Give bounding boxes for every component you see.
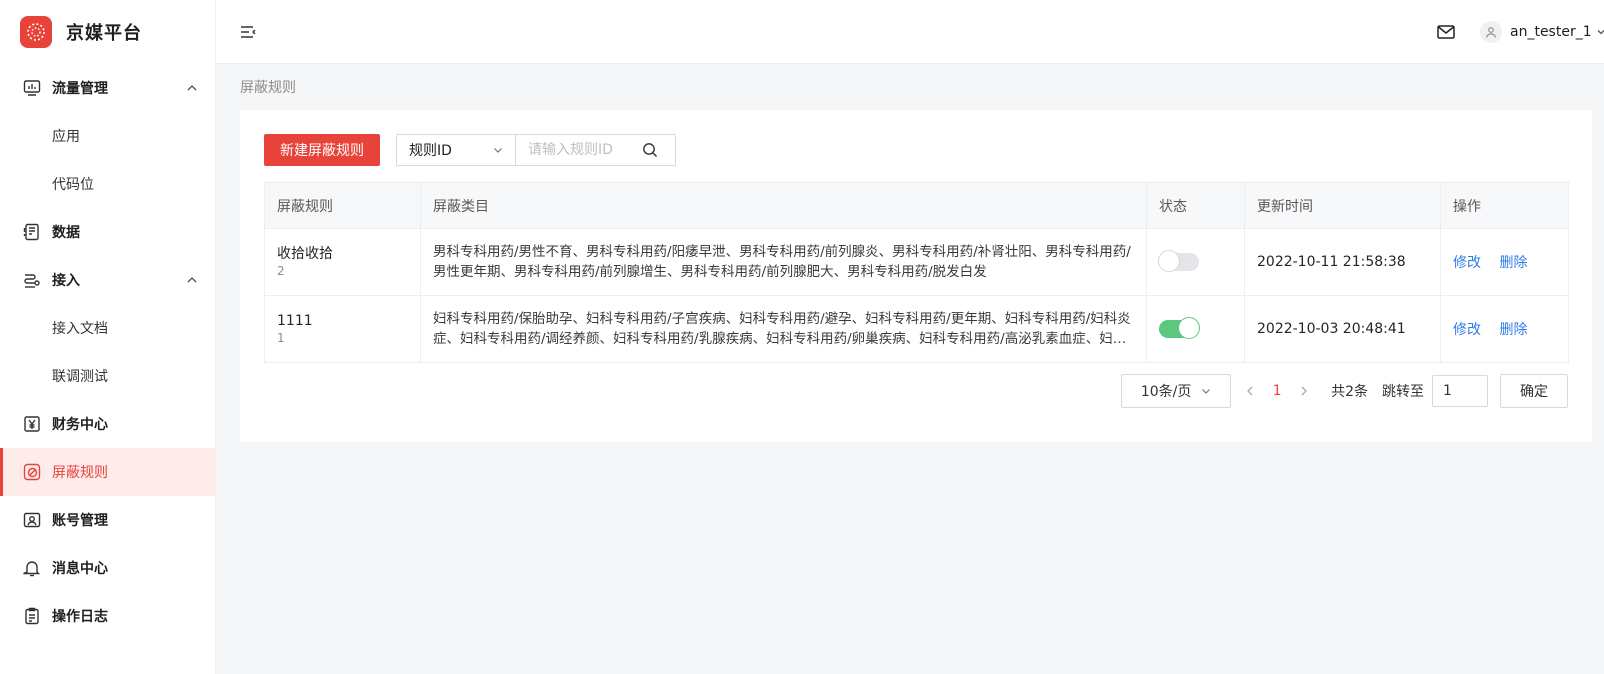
actions-cell: 修改 删除 [1440, 295, 1569, 363]
sidebar-item-messages[interactable]: 消息中心 [0, 544, 215, 592]
page-size-select[interactable]: 10条/页 [1121, 374, 1232, 408]
rule-name: 收拾收拾 [277, 246, 333, 262]
chevron-up-icon [187, 277, 197, 283]
status-cell [1146, 228, 1245, 296]
delete-link[interactable]: 删除 [1499, 255, 1527, 271]
column-header: 状态 [1146, 182, 1245, 229]
prev-page-icon[interactable] [1243, 384, 1257, 398]
block-rules-table: 屏蔽规则 屏蔽类目 状态 更新时间 操作 收拾收拾 2 男科专科用药/男性不育、… [264, 182, 1569, 363]
search-input-wrapper [516, 134, 676, 166]
clipboard-log-icon [22, 606, 42, 626]
column-header: 更新时间 [1244, 182, 1441, 229]
sidebar-item-label: 屏蔽规则 [52, 465, 108, 481]
column-header: 操作 [1440, 182, 1569, 229]
sidebar: 京媒平台 流量管理 应用 代码位 数据 接入 接入文档 联调测试 财务中心 屏蔽… [0, 0, 216, 674]
sidebar-item-label: 数据 [52, 225, 80, 241]
brand-name: 京媒平台 [66, 23, 142, 44]
chevron-down-icon [1597, 30, 1604, 35]
brand[interactable]: 京媒平台 [0, 0, 215, 64]
total-count: 共2条 [1331, 384, 1368, 400]
sidebar-item-label: 操作日志 [52, 609, 108, 625]
table-row: 收拾收拾 2 男科专科用药/男性不育、男科专科用药/阳痿早泄、男科专科用药/前列… [264, 228, 1569, 296]
actions-cell: 修改 删除 [1440, 228, 1569, 296]
sidebar-menu: 流量管理 应用 代码位 数据 接入 接入文档 联调测试 财务中心 屏蔽规则 账号… [0, 64, 215, 640]
sidebar-item-finance[interactable]: 财务中心 [0, 400, 215, 448]
block-rule-icon [22, 462, 42, 482]
search-field-select[interactable]: 规则ID [396, 134, 516, 166]
sidebar-item-label: 接入 [52, 273, 80, 289]
search-icon[interactable] [642, 142, 658, 158]
rule-categories: 男科专科用药/男性不育、男科专科用药/阳痿早泄、男科专科用药/前列腺炎、男科专科… [433, 244, 1131, 280]
sidebar-item-label: 消息中心 [52, 561, 108, 577]
sidebar-item-label: 账号管理 [52, 513, 108, 529]
access-connect-icon [22, 270, 42, 290]
chart-monitor-icon [22, 78, 42, 98]
chevron-up-icon [187, 85, 197, 91]
jump-page-input[interactable] [1432, 375, 1488, 407]
brand-logo-icon [20, 16, 52, 48]
menu-fold-icon[interactable] [240, 24, 256, 40]
user-name: an_tester_1 [1510, 24, 1592, 40]
toggle-knob [1178, 317, 1200, 339]
sidebar-item-access[interactable]: 接入 [0, 256, 215, 304]
search-group: 规则ID [396, 134, 676, 166]
delete-link[interactable]: 删除 [1499, 322, 1527, 338]
status-cell [1146, 295, 1245, 363]
toggle-knob [1158, 250, 1180, 272]
toolbar: 新建屏蔽规则 规则ID [264, 134, 676, 166]
select-value: 规则ID [409, 143, 452, 159]
rule-id: 2 [277, 264, 285, 278]
table-header-row: 屏蔽规则 屏蔽类目 状态 更新时间 操作 [264, 182, 1569, 229]
sidebar-item-traffic[interactable]: 流量管理 [0, 64, 215, 112]
content-card: 新建屏蔽规则 规则ID 屏蔽规则 屏蔽类目 状态 更新时间 操作 [240, 110, 1592, 442]
categories-cell: 男科专科用药/男性不育、男科专科用药/阳痿早泄、男科专科用药/前列腺炎、男科专科… [420, 228, 1147, 296]
status-toggle[interactable] [1159, 317, 1200, 339]
column-header: 屏蔽类目 [420, 182, 1147, 229]
pagination: 10条/页 1 共2条 跳转至 确定 [1121, 374, 1568, 408]
sidebar-item-access-docs[interactable]: 接入文档 [0, 304, 215, 352]
updated-time: 2022-10-03 20:48:41 [1244, 295, 1441, 363]
avatar [1480, 21, 1502, 43]
sidebar-item-apps[interactable]: 应用 [0, 112, 215, 160]
status-toggle[interactable] [1158, 250, 1199, 272]
confirm-jump-button[interactable]: 确定 [1500, 374, 1568, 408]
sidebar-item-accounts[interactable]: 账号管理 [0, 496, 215, 544]
breadcrumb: 屏蔽规则 [240, 80, 296, 96]
table-row: 1111 1 妇科专科用药/保胎助孕、妇科专科用药/子宫疾病、妇科专科用药/避孕… [264, 295, 1569, 363]
chevron-down-icon [1202, 389, 1211, 394]
new-block-rule-button[interactable]: 新建屏蔽规则 [264, 134, 380, 166]
next-page-icon[interactable] [1297, 384, 1311, 398]
edit-link[interactable]: 修改 [1453, 255, 1481, 271]
user-menu[interactable]: an_tester_1 [1480, 20, 1604, 44]
rule-id: 1 [277, 331, 285, 345]
sidebar-item-operation-log[interactable]: 操作日志 [0, 592, 215, 640]
page-number-current[interactable]: 1 [1269, 383, 1285, 399]
top-header: an_tester_1 [216, 0, 1604, 64]
sidebar-item-ad-slots[interactable]: 代码位 [0, 160, 215, 208]
chevron-down-icon [494, 148, 502, 153]
jump-label: 跳转至 [1382, 384, 1424, 400]
rule-cell: 1111 1 [264, 295, 421, 363]
rule-categories: 妇科专科用药/保胎助孕、妇科专科用药/子宫疾病、妇科专科用药/避孕、妇科专科用药… [433, 311, 1131, 347]
search-input[interactable] [528, 142, 642, 158]
sidebar-item-block-rules[interactable]: 屏蔽规则 [0, 448, 215, 496]
edit-link[interactable]: 修改 [1453, 322, 1481, 338]
bell-icon [22, 558, 42, 578]
column-header: 屏蔽规则 [264, 182, 421, 229]
sidebar-item-label: 财务中心 [52, 417, 108, 433]
sidebar-item-data[interactable]: 数据 [0, 208, 215, 256]
page-size-value: 10条/页 [1140, 384, 1192, 400]
rule-name: 1111 [277, 313, 313, 329]
sidebar-item-joint-test[interactable]: 联调测试 [0, 352, 215, 400]
updated-time: 2022-10-11 21:58:38 [1244, 228, 1441, 296]
account-card-icon [22, 510, 42, 530]
categories-cell: 妇科专科用药/保胎助孕、妇科专科用药/子宫疾病、妇科专科用药/避孕、妇科专科用药… [420, 295, 1147, 363]
mail-icon[interactable] [1436, 22, 1456, 42]
sidebar-item-label: 流量管理 [52, 81, 108, 97]
data-sheet-icon [22, 222, 42, 242]
rule-cell: 收拾收拾 2 [264, 228, 421, 296]
yen-icon [22, 414, 42, 434]
